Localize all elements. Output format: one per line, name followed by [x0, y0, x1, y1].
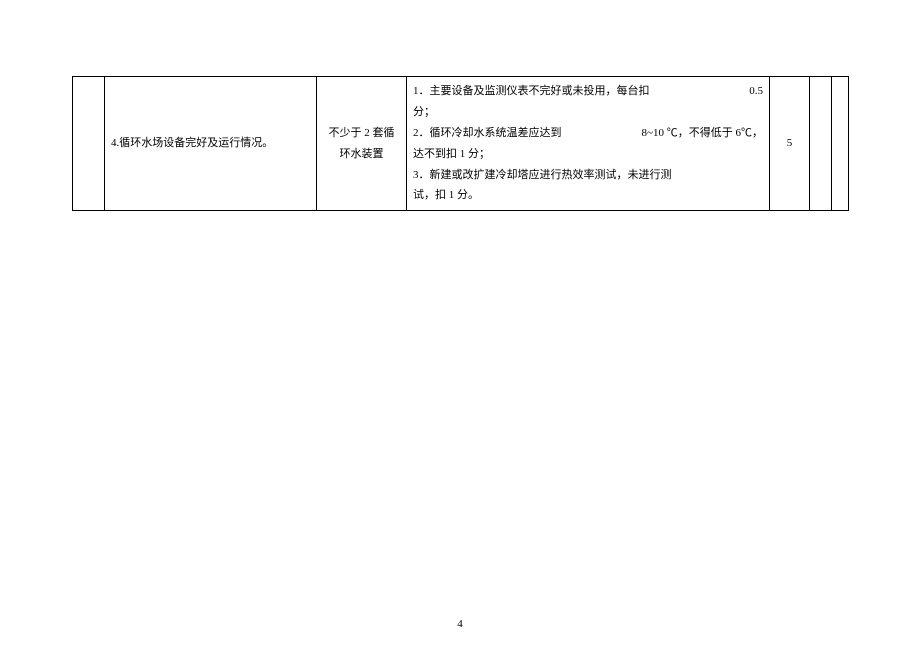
scope-line: 不少于 2 套循	[329, 127, 395, 139]
page: 4.循环水场设备完好及运行情况。 不少于 2 套循 环水装置 1．主要设备及监测…	[0, 0, 920, 650]
criteria-cell: 1．主要设备及监测仪表不完好或未投用，每台扣 0.5 分； 2．循环冷却水系统温…	[407, 77, 770, 211]
page-number: 4	[0, 618, 920, 630]
table-container: 4.循环水场设备完好及运行情况。 不少于 2 套循 环水装置 1．主要设备及监测…	[72, 76, 848, 211]
description-cell: 4.循环水场设备完好及运行情况。	[105, 77, 317, 211]
assessment-table: 4.循环水场设备完好及运行情况。 不少于 2 套循 环水装置 1．主要设备及监测…	[72, 76, 849, 211]
row-index-cell	[73, 77, 105, 211]
blank-cell	[832, 77, 849, 211]
criteria-value: 0.5	[749, 81, 763, 102]
criteria-text: 8~10 ℃，不得低于 6℃，	[642, 123, 763, 144]
criteria-line: 试，扣 1 分。	[413, 185, 763, 206]
scope-cell: 不少于 2 套循 环水装置	[317, 77, 407, 211]
criteria-line: 分；	[413, 102, 763, 123]
scope-line: 环水装置	[340, 148, 384, 160]
criteria-text: 1．主要设备及监测仪表不完好或未投用，每台扣	[413, 81, 650, 102]
criteria-line: 3．新建或改扩建冷却塔应进行热效率测试，未进行测	[413, 165, 763, 186]
criteria-line: 1．主要设备及监测仪表不完好或未投用，每台扣 0.5	[413, 81, 763, 102]
table-row: 4.循环水场设备完好及运行情况。 不少于 2 套循 环水装置 1．主要设备及监测…	[73, 77, 849, 211]
criteria-text: 2．循环冷却水系统温差应达到	[413, 123, 562, 144]
score-cell: 5	[770, 77, 810, 211]
criteria-line: 达不到扣 1 分；	[413, 144, 763, 165]
blank-cell	[810, 77, 832, 211]
criteria-line: 2．循环冷却水系统温差应达到 8~10 ℃，不得低于 6℃，	[413, 123, 763, 144]
